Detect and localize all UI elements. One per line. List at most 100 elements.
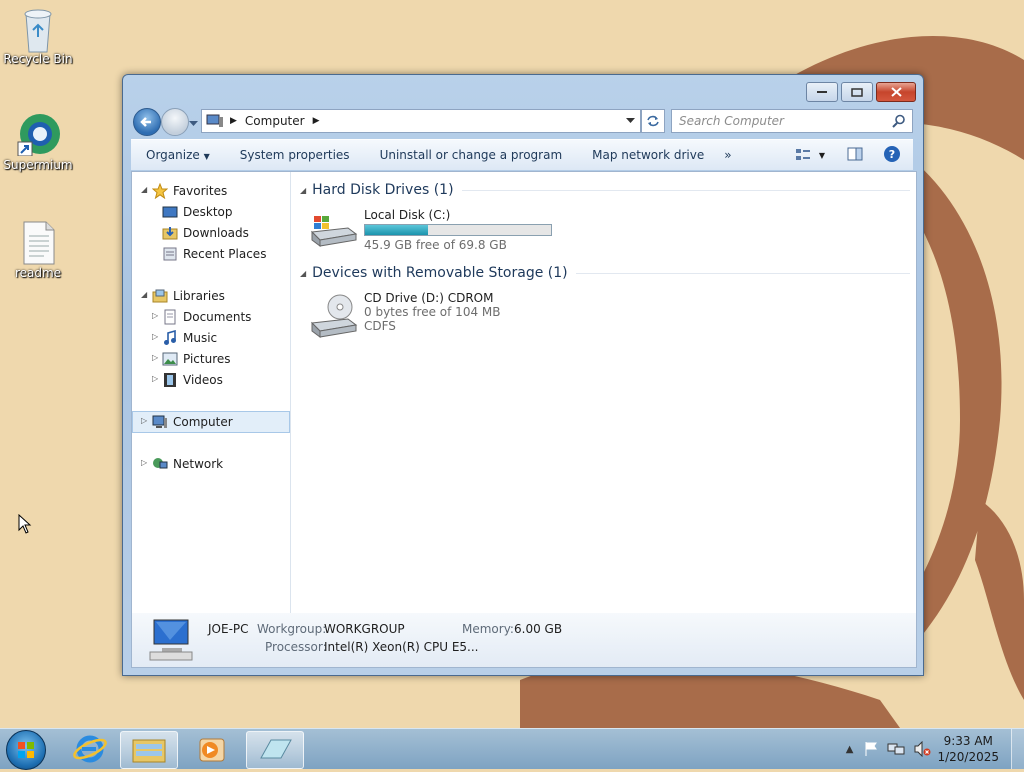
nav-item-computer[interactable]: Computer [152,412,233,432]
map-network-drive-button[interactable]: Map network drive [577,148,719,162]
drive-usage-bar [364,224,552,236]
system-tray: ▲ 9:33 AM 1/20/2025 [846,729,1024,769]
nav-label: Libraries [173,289,225,303]
organize-label: Organize [146,148,200,162]
change-view-button[interactable]: ▼ [795,148,825,162]
uninstall-program-button[interactable]: Uninstall or change a program [365,148,578,162]
media-player-icon [199,738,225,762]
drive-cd-d[interactable]: CD Drive (D:) CDROM 0 bytes free of 104 … [310,291,500,339]
cd-drive-icon [310,294,358,338]
system-properties-button[interactable]: System properties [225,148,365,162]
volume-muted-icon[interactable] [913,741,931,757]
mouse-cursor-icon [18,514,32,534]
nav-label: Favorites [173,184,228,198]
star-icon [152,183,168,199]
search-icon[interactable] [892,114,906,128]
nav-label: Downloads [183,226,249,240]
maximize-button[interactable] [841,82,873,102]
collapsed-triangle-icon[interactable]: ▷ [152,311,158,320]
pictures-icon [162,352,178,366]
desktop-icon-recycle-bin[interactable]: Recycle Bin [0,6,76,66]
collapsed-triangle-icon[interactable]: ▷ [152,374,158,383]
chevron-down-icon [189,121,198,126]
nav-item-downloads[interactable]: Downloads [162,223,249,243]
back-button[interactable] [133,108,161,136]
show-desktop-button[interactable] [1011,729,1024,769]
drive-filesystem: CDFS [364,319,396,333]
search-field[interactable]: Search Computer [671,109,913,133]
nav-item-documents[interactable]: Documents [162,307,251,327]
expanded-triangle-icon[interactable]: ◢ [141,290,147,299]
drive-local-disk-c[interactable]: Local Disk (C:) 45.9 GB free of 69.8 GB [310,208,552,252]
organize-menu[interactable]: Organize ▼ [131,148,225,162]
start-button[interactable] [6,730,46,770]
expanded-triangle-icon[interactable]: ◢ [141,185,147,194]
action-center-flag-icon[interactable] [863,741,879,757]
nav-label: Network [173,457,224,471]
navigation-pane: ◢ Favorites Desktop Downloads Recent Pla… [132,172,291,614]
group-header-hard-disk[interactable]: ◢ Hard Disk Drives (1) [300,182,910,198]
taskbar-notepad[interactable] [246,731,304,769]
address-history-chevron-icon[interactable] [626,118,635,124]
collapsed-triangle-icon[interactable]: ▷ [152,332,158,341]
svg-text:?: ? [889,148,895,161]
nav-label: Desktop [183,205,233,219]
supermium-browser-icon [16,112,60,157]
libraries-icon [152,289,168,303]
nav-item-libraries[interactable]: Libraries [152,286,225,306]
taskbar: ▲ 9:33 AM 1/20/2025 [0,728,1024,770]
workgroup-label: Workgroup: [257,622,327,636]
desktop-icon-label: readme [14,266,62,280]
minimize-button[interactable] [806,82,838,102]
recent-pages-dropdown[interactable] [189,116,198,130]
refresh-icon [647,115,659,127]
desktop-icon-label: Supermium [3,158,73,172]
nav-item-videos[interactable]: Videos [162,370,223,390]
system-clock[interactable]: 9:33 AM 1/20/2025 [937,733,999,765]
window-controls [803,82,916,102]
taskbar-windows-explorer[interactable] [120,731,178,769]
nav-item-pictures[interactable]: Pictures [162,349,231,369]
collapsed-triangle-icon[interactable]: ▷ [141,416,147,425]
breadcrumb-separator-icon: ▶ [230,116,237,126]
address-bar[interactable]: ▶ Computer ▶ [201,109,641,133]
refresh-button[interactable] [641,109,665,133]
breadcrumb-computer[interactable]: Computer [245,114,305,128]
preview-pane-icon [847,147,863,160]
network-icon [153,458,168,469]
nav-item-recent-places[interactable]: Recent Places [162,244,266,264]
group-title: Devices with Removable Storage (1) [312,265,568,281]
nav-item-network[interactable]: Network [152,454,223,474]
computer-icon [152,415,167,428]
breadcrumb-separator-icon[interactable]: ▶ [313,116,320,126]
preview-pane-button[interactable] [847,147,863,164]
chevron-down-icon: ▼ [818,150,825,160]
nav-item-music[interactable]: Music [162,328,217,348]
nav-item-favorites[interactable]: Favorites [152,181,227,201]
memory-value: 6.00 GB [514,622,563,636]
taskbar-internet-explorer[interactable] [62,731,118,767]
search-placeholder[interactable]: Search Computer [672,114,892,128]
forward-button[interactable] [161,108,189,136]
help-button[interactable]: ? [883,145,901,166]
group-header-removable[interactable]: ◢ Devices with Removable Storage (1) [300,265,910,281]
desktop-icon-supermium[interactable]: Supermium [0,112,76,172]
close-button[interactable] [876,82,916,102]
nav-item-desktop[interactable]: Desktop [162,202,233,222]
collapsed-triangle-icon[interactable]: ▷ [152,353,158,362]
taskbar-media-player[interactable] [184,731,240,767]
drive-free-space: 45.9 GB free of 69.8 GB [364,238,507,252]
windows-logo-icon [18,742,34,758]
network-status-icon[interactable] [887,741,905,757]
computer-name: JOE-PC [208,622,249,636]
hard-drive-windows-icon [310,216,358,247]
group-divider [575,272,910,274]
desktop-icon-readme[interactable]: readme [0,220,76,280]
show-hidden-icons-chevron-icon[interactable]: ▲ [846,744,854,755]
collapsed-triangle-icon[interactable]: ▷ [141,458,147,467]
back-arrow-icon [140,117,151,127]
expanded-triangle-icon: ◢ [300,268,307,278]
internet-explorer-icon [73,735,107,763]
chevron-down-icon: ▼ [203,152,210,161]
more-commands-button[interactable]: » [719,148,746,162]
